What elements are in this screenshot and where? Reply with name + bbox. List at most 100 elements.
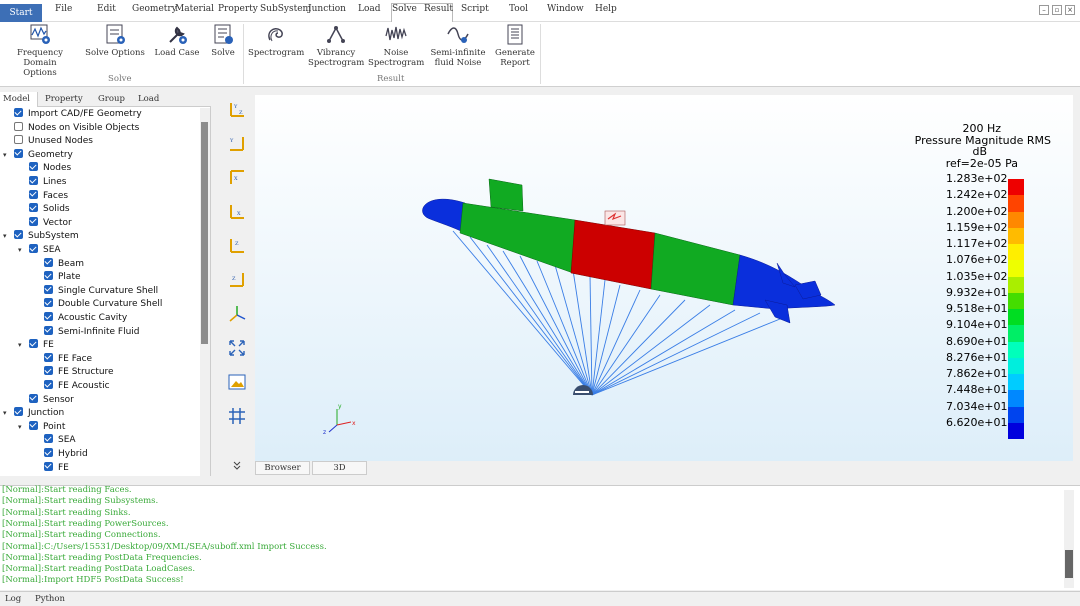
tree-checkbox[interactable]	[44, 434, 53, 444]
tree-node[interactable]: FE	[29, 339, 54, 352]
tree-checkbox[interactable]	[29, 176, 38, 185]
tree-node[interactable]: Lines	[29, 176, 66, 189]
menu-window[interactable]: Window	[547, 4, 584, 14]
tree-node[interactable]: FE Acoustic	[44, 380, 110, 393]
tree-node[interactable]: FE	[44, 461, 69, 475]
tree-checkbox[interactable]	[29, 244, 38, 253]
menu-subsystem[interactable]: SubSystem	[260, 4, 311, 14]
tree-node[interactable]: SEA	[29, 244, 61, 257]
menu-tool[interactable]: Tool	[509, 4, 528, 14]
tab-group[interactable]: Group	[98, 94, 125, 104]
tree-checkbox[interactable]	[44, 284, 53, 294]
tree-node[interactable]: Geometry	[14, 148, 73, 162]
restore-icon[interactable]: ▫	[1052, 5, 1062, 15]
frequency-domain-options-button[interactable]: Frequency Domain Options	[2, 24, 78, 78]
view-front-icon[interactable]: YZ	[227, 100, 247, 120]
tab-browser[interactable]: Browser	[255, 461, 310, 475]
generate-report-button[interactable]: Generate Report	[492, 24, 538, 68]
close-icon[interactable]: ×	[1065, 5, 1075, 15]
tree-node[interactable]: Faces	[29, 189, 68, 203]
tree-checkbox[interactable]	[14, 230, 23, 240]
load-case-button[interactable]: Load Case	[153, 24, 201, 58]
view-back-icon[interactable]: Y	[227, 134, 247, 154]
menu-edit[interactable]: Edit	[97, 4, 116, 14]
tree-checkbox[interactable]	[14, 121, 23, 131]
tree-scrollbar[interactable]	[200, 108, 210, 476]
tab-python[interactable]: Python	[35, 594, 65, 604]
semi-infinite-fluid-noise-button[interactable]: Semi-infinite fluid Noise	[428, 24, 488, 68]
tree-checkbox[interactable]	[14, 135, 23, 145]
view-top-icon[interactable]: X	[227, 168, 247, 188]
expand-toolstrip-icon[interactable]	[227, 460, 247, 472]
tab-load[interactable]: Load	[138, 94, 159, 104]
tree-expand-caret[interactable]: ▾	[3, 409, 7, 417]
tree-node[interactable]: Acoustic Cavity	[44, 312, 127, 325]
minimize-icon[interactable]: –	[1039, 5, 1049, 15]
start-menu-button[interactable]: Start	[0, 4, 42, 22]
vibrancy-spectrogram-button[interactable]: Vibrancy Spectrogram	[308, 24, 364, 68]
screenshot-icon[interactable]	[227, 372, 247, 392]
tree-node[interactable]: Nodes	[29, 162, 71, 175]
tree-checkbox[interactable]	[29, 216, 38, 226]
view-left-icon[interactable]: Z	[227, 236, 247, 256]
tab-log[interactable]: Log	[5, 594, 21, 604]
tree-checkbox[interactable]	[29, 162, 38, 172]
tree-checkbox[interactable]	[14, 407, 23, 417]
spectrogram-button[interactable]: Spectrogram	[248, 24, 304, 58]
tab-model[interactable]: Model	[3, 94, 30, 104]
tree-node[interactable]: Vector	[29, 216, 72, 230]
solve-options-button[interactable]: Solve Options	[83, 24, 147, 58]
tree-node[interactable]: Import CAD/FE Geometry	[14, 108, 142, 121]
tree-node[interactable]: Solids	[29, 203, 70, 216]
tree-expand-caret[interactable]: ▾	[18, 246, 22, 254]
menu-file[interactable]: File	[55, 4, 72, 14]
tree-node[interactable]: FE Face	[44, 352, 92, 366]
fit-view-icon[interactable]	[227, 338, 247, 358]
solve-button[interactable]: Solve	[206, 24, 240, 58]
tree-node[interactable]: Semi-Infinite Fluid	[44, 325, 140, 339]
tree-checkbox[interactable]	[29, 203, 38, 213]
grid-icon[interactable]	[227, 406, 247, 426]
tree-node[interactable]: Point	[29, 420, 65, 434]
3d-viewport[interactable]: y x z 200 Hz Pressure Magnitude RMS dB r…	[255, 95, 1073, 461]
tree-checkbox[interactable]	[14, 108, 23, 117]
console-scrollbar[interactable]	[1064, 490, 1074, 588]
tab-3d[interactable]: 3D	[312, 461, 367, 475]
view-iso-icon[interactable]	[227, 304, 247, 324]
tree-expand-caret[interactable]: ▾	[18, 341, 22, 349]
tree-checkbox[interactable]	[44, 257, 53, 267]
tree-node[interactable]: Hybrid	[44, 448, 88, 461]
tree-node[interactable]: Unused Nodes	[14, 135, 93, 148]
tree-node[interactable]: FE Structure	[44, 366, 114, 379]
noise-spectrogram-button[interactable]: Noise Spectrogram	[368, 24, 424, 68]
tree-checkbox[interactable]	[29, 420, 38, 430]
menu-geometry[interactable]: Geometry	[132, 4, 177, 14]
view-right-icon[interactable]: Z	[227, 270, 247, 290]
menu-solve[interactable]: Solve	[392, 4, 417, 14]
tree-checkbox[interactable]	[44, 298, 53, 308]
tree-expand-caret[interactable]: ▾	[3, 232, 7, 240]
menu-help[interactable]: Help	[595, 4, 617, 14]
menu-script[interactable]: Script	[461, 4, 489, 14]
tree-checkbox[interactable]	[44, 448, 53, 457]
log-console[interactable]: [Normal]:Start reading Faces. [Normal]:St…	[0, 485, 1080, 590]
tree-checkbox[interactable]	[14, 148, 23, 158]
tree-checkbox[interactable]	[44, 380, 53, 389]
tree-checkbox[interactable]	[29, 393, 38, 403]
menu-material[interactable]: Material	[175, 4, 214, 14]
tree-checkbox[interactable]	[44, 271, 53, 281]
tree-node[interactable]: Single Curvature Shell	[44, 284, 158, 298]
tree-checkbox[interactable]	[29, 189, 38, 199]
tree-node[interactable]: Double Curvature Shell	[44, 298, 162, 311]
tree-node[interactable]: Sensor	[29, 393, 74, 407]
tab-property[interactable]: Property	[45, 94, 83, 104]
tree-node[interactable]: Beam	[44, 257, 84, 271]
menu-property[interactable]: Property	[218, 4, 258, 14]
tree-expand-caret[interactable]: ▾	[18, 423, 22, 431]
tree-checkbox[interactable]	[44, 312, 53, 321]
tree-checkbox[interactable]	[44, 325, 53, 335]
tree-node[interactable]: Junction	[14, 407, 64, 420]
tree-node[interactable]: SEA	[44, 434, 76, 447]
menu-load[interactable]: Load	[358, 4, 381, 14]
menu-result[interactable]: Result	[424, 4, 453, 14]
